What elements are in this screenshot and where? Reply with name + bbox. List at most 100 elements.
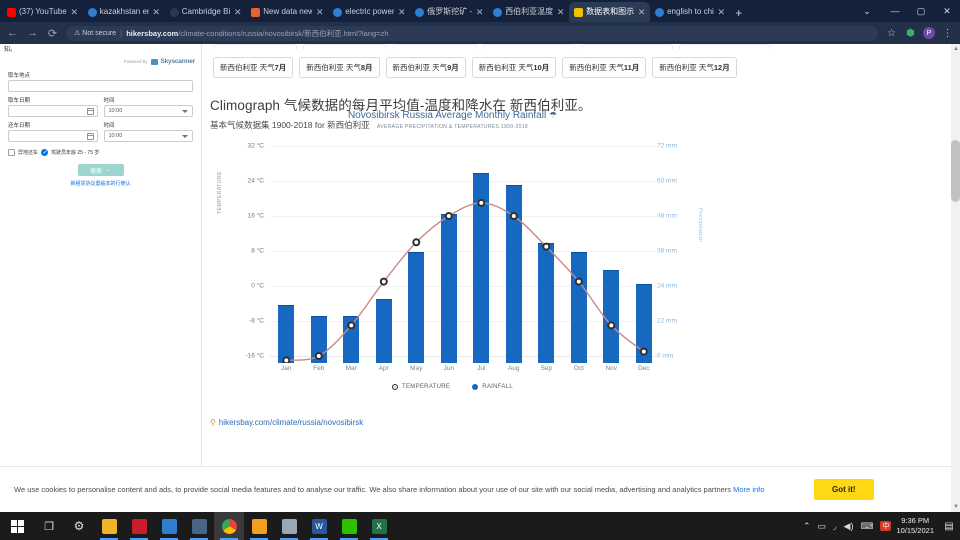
month-pill-aug[interactable]: 新西伯利亚 天气8月 — [299, 57, 380, 78]
calendar-icon — [86, 108, 94, 115]
browser-tab-0[interactable]: (37) YouTube ✕ — [2, 2, 83, 22]
pill-month: 8月 — [360, 63, 373, 72]
temperature-point-sep[interactable]: Sep: 9 °C — [542, 242, 551, 251]
taskbar-app-browser-blue[interactable] — [154, 512, 184, 540]
volume-icon[interactable]: ◀) — [844, 521, 854, 532]
pickup-date-input[interactable] — [8, 105, 98, 117]
tab-close-icon[interactable]: ✕ — [397, 7, 406, 17]
search-button-label: 搜索 — [89, 168, 102, 175]
month-pill-jul[interactable]: 新西伯利亚 天气7月 — [213, 57, 294, 78]
maximize-button[interactable]: ▢ — [908, 0, 934, 22]
not-secure-badge[interactable]: ⚠ Not secure — [74, 29, 116, 38]
tab-close-icon[interactable]: ✕ — [717, 7, 726, 17]
tab-close-icon[interactable]: ✕ — [315, 7, 324, 17]
temperature-point-nov[interactable]: Nov: -9 °C — [607, 321, 616, 330]
month-pill-oct[interactable]: 新西伯利亚 天气10月 — [471, 57, 557, 78]
browser-tab-5[interactable]: 俄罗斯挖矿 - ✕ — [410, 2, 488, 22]
temperature-point-jul[interactable]: Jul: 19 °C — [477, 198, 486, 207]
scroll-up-icon[interactable]: ▲ — [953, 46, 959, 52]
temperature-point-jan[interactable]: Jan: -17 °C — [282, 356, 291, 363]
pickup-location-input[interactable] — [8, 80, 193, 92]
taskbar-app-media-player[interactable] — [244, 512, 274, 540]
taskbar-app-chrome[interactable] — [214, 512, 244, 540]
return-time-select[interactable]: 10:00 — [103, 130, 193, 142]
month-pill-sep[interactable]: 新西伯利亚 天气9月 — [385, 57, 466, 78]
back-icon[interactable]: ← — [6, 27, 19, 40]
temperature-point-oct[interactable]: Oct: 1 °C — [574, 277, 583, 286]
taskbar-app-word[interactable]: W — [304, 512, 334, 540]
browser-tab-4[interactable]: electric power ✕ — [328, 2, 410, 22]
taskbar-app-excel[interactable]: X — [364, 512, 394, 540]
extension-icon[interactable]: ⬢ — [904, 27, 917, 40]
browser-tab-3[interactable]: New data new ✕ — [246, 2, 328, 22]
browser-tab-7-active[interactable]: 数据表和图示 ✕ — [569, 2, 651, 22]
tab-close-icon[interactable]: ✕ — [152, 7, 161, 17]
rainfall-marker-icon — [472, 384, 479, 390]
search-button[interactable]: 搜索 → — [77, 164, 124, 176]
browser-window: (37) YouTube ✕ kazakhstan en ✕ Cambridge… — [0, 0, 960, 512]
keyboard-icon[interactable]: ⌨ — [860, 521, 873, 532]
return-date-input[interactable] — [8, 130, 98, 142]
different-dropoff-checkbox[interactable] — [8, 149, 15, 156]
pill-prefix: 新西伯利亚 天气 — [306, 63, 361, 72]
start-button[interactable] — [0, 512, 34, 540]
rental-note-link[interactable]: 新租赁协议置临本的行使认 — [0, 180, 201, 187]
tab-close-icon[interactable]: ✕ — [556, 7, 565, 17]
ghost-pill — [213, 44, 297, 49]
address-bar[interactable]: ⚠ Not secure | hikersbay.com/climate-con… — [66, 25, 878, 41]
temperature-point-aug[interactable]: Aug: 16 °C — [509, 212, 518, 220]
temperature-point-apr[interactable]: Apr: 1 °C — [379, 277, 388, 286]
browser-menu-icon[interactable]: ⋮ — [941, 27, 954, 40]
month-pill-nov[interactable]: 新西伯利亚 天气11月 — [562, 57, 647, 78]
pickup-time-select[interactable]: 10:00 — [103, 105, 193, 117]
bookmark-star-icon[interactable]: ☆ — [885, 27, 898, 40]
profile-avatar[interactable]: P — [923, 27, 935, 39]
browser-tab-2[interactable]: Cambridge Bi ✕ — [165, 2, 246, 22]
temperature-point-dec[interactable]: Dec: -15 °C — [639, 347, 648, 356]
tab-close-icon[interactable]: ✕ — [475, 7, 484, 17]
tab-close-icon[interactable]: ✕ — [637, 7, 646, 17]
legend-item-rainfall: RAINFALL — [472, 384, 513, 390]
temperature-point-may[interactable]: May: 10 °C — [412, 238, 421, 247]
x-axis-label-mar: Mar — [345, 365, 357, 372]
browser-tab-6[interactable]: 西伯利亚温度 ✕ — [488, 2, 569, 22]
got-it-button[interactable]: Got it! — [814, 479, 874, 500]
temperature-point-jun[interactable]: Jun: 16 °C — [444, 212, 453, 220]
taskbar-app-remote-desktop[interactable] — [184, 512, 214, 540]
forward-icon[interactable]: → — [26, 27, 39, 40]
left-tick-0: 32 °C — [247, 142, 264, 150]
x-axis-label-dec: Dec — [637, 365, 650, 372]
settings-taskbar-button[interactable]: ⚙ — [64, 512, 94, 540]
close-window-button[interactable]: ✕ — [934, 0, 960, 22]
task-view-button[interactable]: ❐ — [34, 512, 64, 540]
taskbar-app-pdf-reader[interactable] — [124, 512, 154, 540]
notification-center-button[interactable]: ▤ — [938, 512, 960, 540]
reload-icon[interactable]: ⟳ — [46, 27, 59, 40]
page-scrollbar[interactable]: ▲ ▼ — [951, 44, 960, 512]
scrollbar-thumb[interactable] — [951, 140, 960, 202]
new-tab-button[interactable]: + — [730, 4, 748, 22]
more-info-link[interactable]: More info — [733, 485, 764, 494]
tray-overflow-icon[interactable]: ⌃ — [803, 521, 811, 532]
wifi-icon[interactable]: ◞ — [833, 521, 837, 532]
taskbar-app-folder-app[interactable] — [274, 512, 304, 540]
temperature-point-feb[interactable]: Feb: -16 °C — [314, 352, 323, 360]
tab-search-chevron-icon[interactable]: ⌄ — [852, 0, 882, 22]
ime-icon[interactable]: 中 — [880, 521, 892, 531]
minimize-button[interactable]: — — [882, 0, 908, 22]
taskbar-clock[interactable]: 9:36 PM 10/15/2021 — [896, 516, 938, 536]
tab-close-icon[interactable]: ✕ — [70, 7, 79, 17]
return-time-label: 时间 — [103, 123, 115, 129]
browser-tab-1[interactable]: kazakhstan en ✕ — [83, 2, 165, 22]
battery-icon[interactable]: ▭ — [818, 521, 827, 532]
chevron-down-icon — [182, 135, 188, 138]
taskbar-app-wechat[interactable] — [334, 512, 364, 540]
month-pill-dec[interactable]: 新西伯利亚 天气12月 — [652, 57, 737, 78]
scroll-down-icon[interactable]: ▼ — [953, 504, 959, 510]
browser-tab-8[interactable]: english to chi ✕ — [650, 2, 730, 22]
source-link[interactable]: ⚲ hikersbay.com/climate/russia/novosibir… — [210, 418, 363, 427]
temperature-point-mar[interactable]: Mar: -9 °C — [347, 321, 356, 330]
tab-close-icon[interactable]: ✕ — [233, 7, 242, 17]
driver-age-checkbox[interactable] — [41, 149, 49, 156]
taskbar-app-file-explorer[interactable] — [94, 512, 124, 540]
